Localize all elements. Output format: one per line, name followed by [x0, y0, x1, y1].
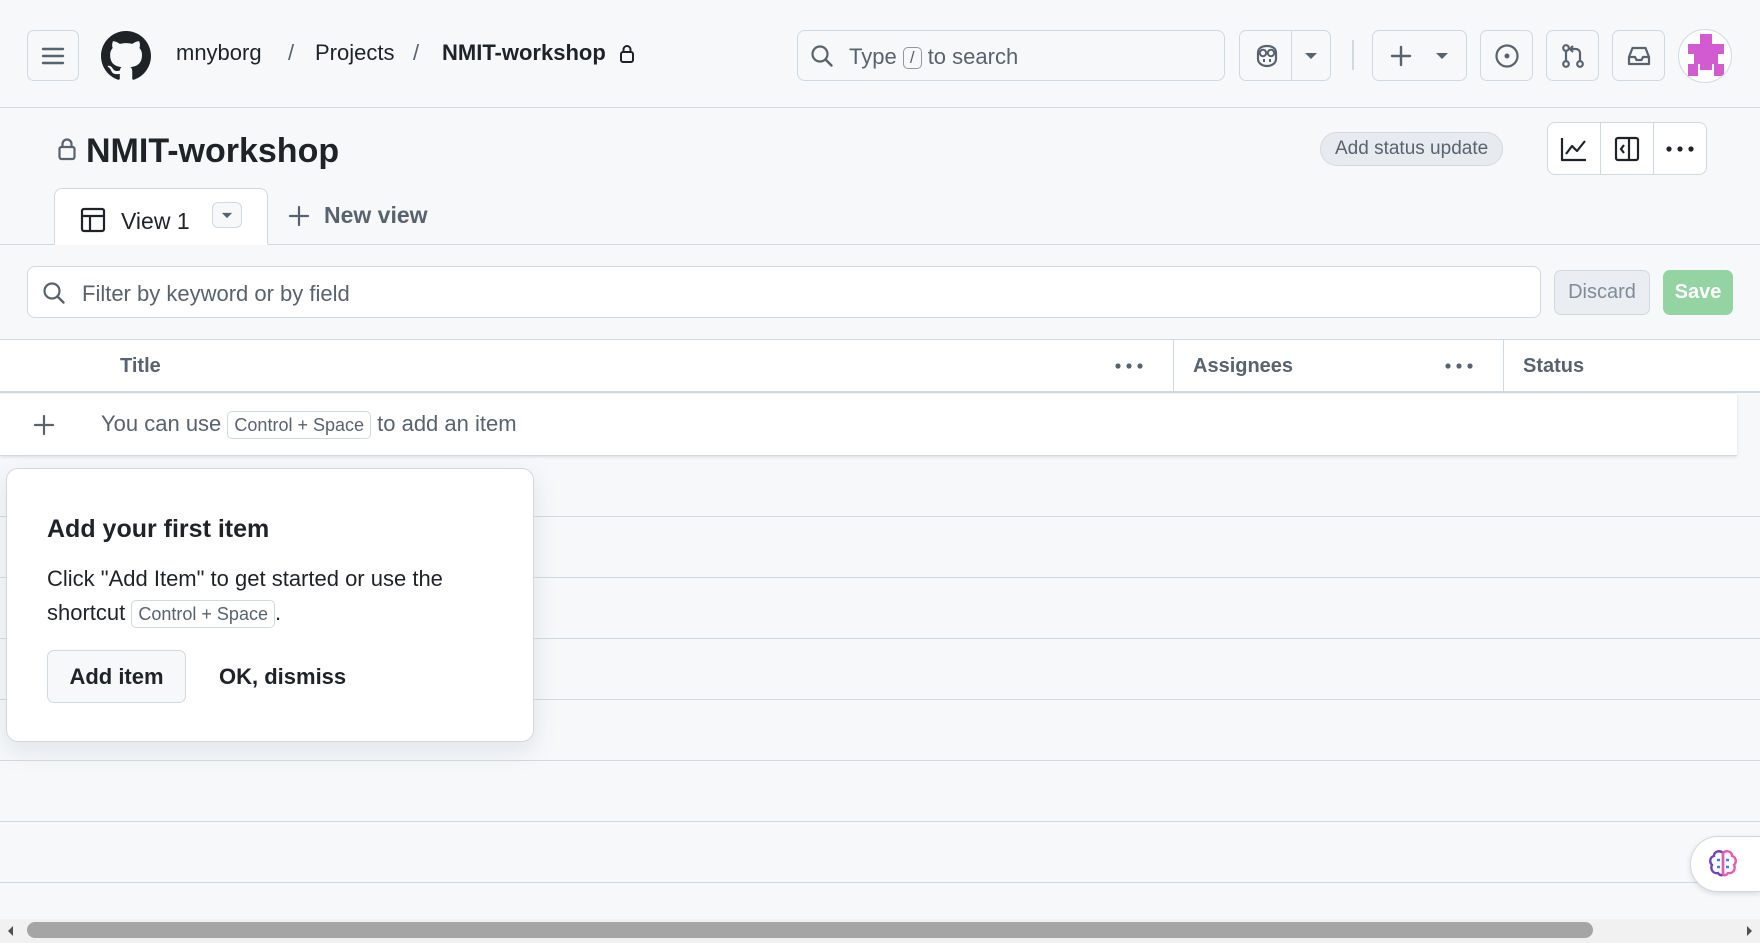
- row-divider: [0, 760, 1760, 761]
- identicon-icon: [1688, 34, 1724, 76]
- breadcrumb-separator: /: [413, 40, 420, 65]
- breadcrumb-owner[interactable]: mnyborg: [176, 40, 262, 66]
- column-options-button[interactable]: [1445, 363, 1473, 369]
- issue-opened-icon: [1494, 43, 1519, 68]
- scroll-right-arrow-icon[interactable]: [1746, 925, 1754, 937]
- sidebar-expand-icon: [1614, 136, 1640, 161]
- header-divider: [1352, 40, 1354, 70]
- search-shortcut-key: /: [902, 47, 922, 70]
- brain-icon: [1709, 850, 1737, 877]
- search-icon: [810, 44, 834, 68]
- add-item-button[interactable]: Add item: [47, 650, 186, 703]
- github-logo-icon[interactable]: [101, 31, 151, 81]
- filter-input[interactable]: Filter by keyword or by field: [27, 266, 1541, 318]
- save-button[interactable]: Save: [1663, 270, 1733, 315]
- discard-button[interactable]: Discard: [1554, 270, 1650, 315]
- chevron-down-icon: [221, 212, 233, 218]
- search-input[interactable]: Type / to search: [797, 30, 1225, 81]
- lock-icon: [57, 137, 77, 161]
- view-options-button[interactable]: [212, 202, 242, 228]
- search-icon: [42, 281, 66, 305]
- new-view-button[interactable]: New view: [288, 202, 428, 229]
- add-first-item-popover: Add your first item Click "Add Item" to …: [6, 468, 534, 742]
- breadcrumb-separator: /: [288, 40, 295, 65]
- scroll-left-arrow-icon[interactable]: [6, 925, 14, 937]
- add-item-hint: You can use Control + Space to add an it…: [101, 411, 517, 440]
- plus-icon: [288, 205, 310, 226]
- inbox-icon: [1627, 46, 1650, 65]
- plus-icon: [1390, 45, 1412, 67]
- column-divider[interactable]: [1503, 340, 1504, 392]
- button-divider: [1291, 31, 1292, 80]
- git-pull-request-icon: [1561, 43, 1584, 68]
- menu-button[interactable]: [27, 30, 79, 81]
- lock-icon: [619, 44, 635, 64]
- inbox-button[interactable]: [1612, 30, 1665, 81]
- column-header-assignees[interactable]: Assignees: [1193, 355, 1293, 378]
- copilot-icon: [1253, 43, 1281, 69]
- more-options-button[interactable]: [1654, 123, 1706, 174]
- popover-body-line2: shortcut Control + Space.: [47, 600, 281, 629]
- breadcrumb-project[interactable]: NMIT-workshop: [442, 40, 606, 66]
- tab-label: View 1: [121, 208, 190, 234]
- kebab-horizontal-icon: [1666, 145, 1694, 152]
- copilot-chat-button[interactable]: [1690, 836, 1760, 892]
- column-header-title[interactable]: Title: [120, 355, 161, 378]
- new-view-label: New view: [324, 202, 428, 228]
- graph-icon: [1560, 137, 1586, 161]
- project-title: NMIT-workshop: [86, 132, 340, 170]
- popover-body-line1: Click "Add Item" to get started or use t…: [47, 566, 443, 591]
- chevron-down-icon: [1435, 52, 1449, 60]
- column-divider[interactable]: [1173, 340, 1174, 392]
- pull-requests-button[interactable]: [1546, 30, 1599, 81]
- plus-icon[interactable]: [33, 414, 55, 436]
- avatar[interactable]: [1678, 29, 1732, 83]
- chevron-down-icon: [1304, 52, 1318, 60]
- breadcrumb-projects[interactable]: Projects: [315, 40, 394, 66]
- create-new-button[interactable]: [1372, 30, 1467, 81]
- column-options-button[interactable]: [1115, 363, 1143, 369]
- table-header: [0, 339, 1760, 393]
- dismiss-button[interactable]: OK, dismiss: [219, 664, 346, 690]
- kebab-horizontal-icon: [1445, 363, 1473, 369]
- column-header-status[interactable]: Status: [1523, 355, 1584, 378]
- add-item-row[interactable]: You can use Control + Space to add an it…: [0, 394, 1737, 456]
- project-toolbar: [1547, 122, 1707, 175]
- hamburger-icon: [41, 47, 65, 64]
- add-status-update-button[interactable]: Add status update: [1320, 132, 1504, 166]
- popover-title: Add your first item: [47, 515, 270, 543]
- shortcut-key: Control + Space: [227, 411, 371, 440]
- scrollbar-thumb[interactable]: [27, 922, 1593, 938]
- table-icon: [80, 207, 106, 233]
- row-divider: [0, 882, 1760, 883]
- copilot-button[interactable]: [1239, 30, 1331, 81]
- tab-view-1[interactable]: View 1: [54, 188, 268, 245]
- shortcut-key: Control + Space: [131, 600, 275, 629]
- search-hint: Type / to search: [849, 44, 1019, 70]
- kebab-horizontal-icon: [1115, 363, 1143, 369]
- filter-placeholder: Filter by keyword or by field: [82, 281, 350, 306]
- insights-button[interactable]: [1548, 123, 1601, 174]
- issues-button[interactable]: [1480, 30, 1533, 81]
- project-details-button[interactable]: [1601, 123, 1654, 174]
- row-divider: [0, 821, 1760, 822]
